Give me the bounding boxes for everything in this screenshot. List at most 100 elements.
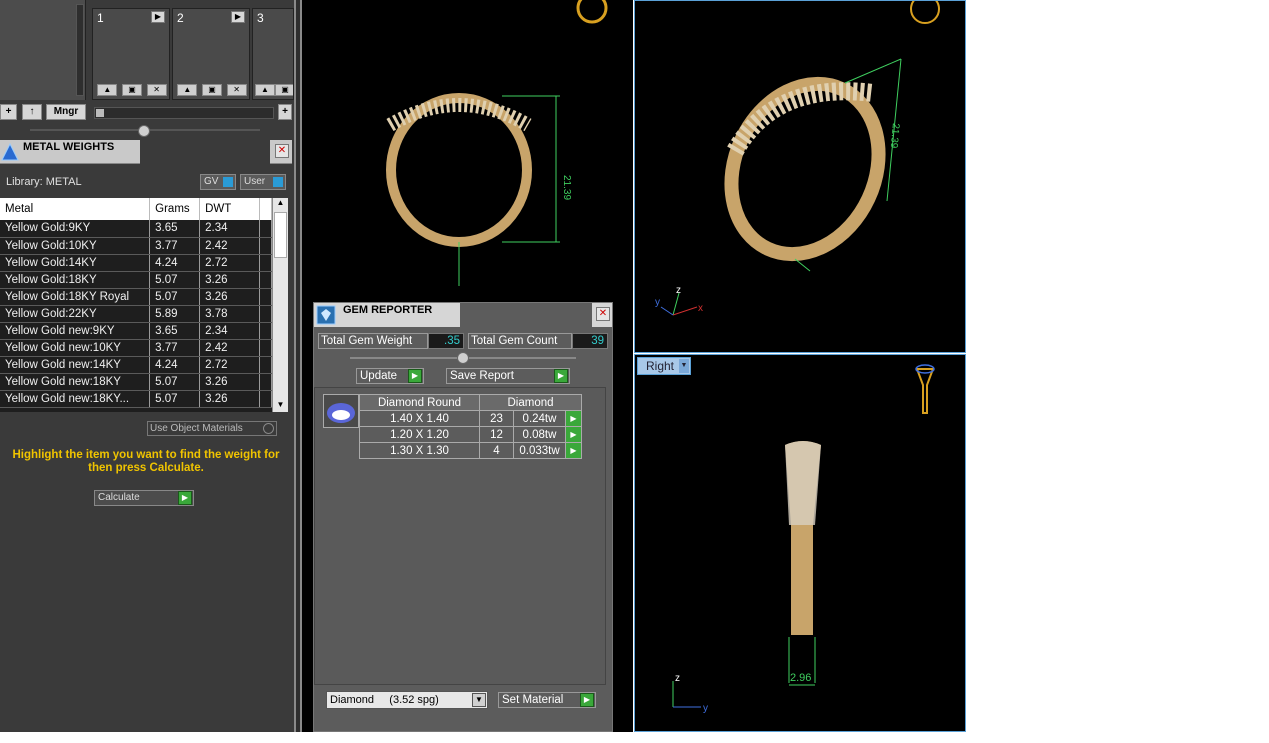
save-report-button[interactable]: Save Report ▶ [446,368,570,384]
gem-icon [316,305,336,325]
up-button[interactable]: ↑ [22,104,42,120]
collapse-handle[interactable] [457,352,469,364]
table-row[interactable]: Yellow Gold new:18KY 5.07 3.26 [0,373,272,391]
play-icon[interactable]: ▶ [565,426,582,443]
play-icon[interactable]: ▶ [151,11,165,23]
dimension-label: 2.96 [790,672,811,684]
table-row[interactable]: Yellow Gold:14KY 4.24 2.72 [0,254,272,272]
save-icon[interactable]: ▣ [275,84,293,96]
metal-table: Metal Grams DWT Yellow Gold:9KY 3.65 2.34 Y… [0,198,272,408]
table-cell-metal: Yellow Gold new:10KY [0,339,151,357]
scroll-thumb[interactable] [96,109,104,117]
library-scrollbar[interactable] [76,4,84,96]
slot-number: 1 [97,11,104,25]
gv-toggle[interactable]: GV [200,174,236,190]
table-cell-metal: Yellow Gold new:18KY [0,373,151,391]
gem-table: Diamond Round Diamond 1.40 X 1.40 23 0.24t… [359,394,582,459]
gem-row[interactable]: 1.40 X 1.40 23 0.24tw ▶ [359,410,582,427]
close-icon[interactable]: ✕ [226,84,247,96]
play-icon: ▶ [580,693,594,707]
add-slot-button[interactable]: + [278,104,292,120]
gem-row[interactable]: 1.30 X 1.30 4 0.033tw ▶ [359,442,582,459]
table-row[interactable]: Yellow Gold new:14KY 4.24 2.72 [0,356,272,374]
table-scrollbar[interactable]: ▲ ▼ [272,198,288,412]
column-header[interactable]: Metal [0,198,151,220]
column-header[interactable]: DWT [199,198,260,220]
axis-y-label: y [703,703,708,714]
table-row[interactable]: Yellow Gold:10KY 3.77 2.42 [0,237,272,255]
table-cell-metal: Yellow Gold:9KY [0,220,151,238]
table-row[interactable]: Yellow Gold new:10KY 3.77 2.42 [0,339,272,357]
update-button[interactable]: Update ▶ [356,368,424,384]
table-cell-spacer [259,373,272,391]
slot-3[interactable]: 3 ▲ ▣ [252,8,294,100]
close-icon[interactable]: ✕ [596,307,610,321]
gem-cell-count: 4 [479,442,514,459]
table-cell-grams: 5.89 [149,305,201,323]
slot-1[interactable]: 1 ▶ ▲ ▣ ✕ [92,8,170,100]
table-cell-dwt: 2.72 [199,356,260,374]
gem-list-area: Diamond Round Diamond 1.40 X 1.40 23 0.24t… [314,387,606,685]
manager-button[interactable]: Mngr [46,104,86,120]
calculate-button[interactable]: Calculate ▶ [94,490,194,506]
upload-icon[interactable]: ▲ [177,84,198,96]
play-icon[interactable]: ▶ [565,442,582,459]
table-cell-spacer [259,220,272,238]
axis-x-label: x [698,303,703,314]
table-cell-spacer [259,288,272,306]
slot-2[interactable]: 2 ▶ ▲ ▣ ✕ [172,8,250,100]
total-gem-count-label: Total Gem Count [468,333,572,349]
dimension-label: 21.39 [888,123,901,149]
table-cell-grams: 3.65 [149,220,201,238]
gem-cell-weight: 0.08tw [513,426,566,443]
close-icon[interactable]: ✕ [275,144,289,158]
set-material-label: Set Material [502,694,564,706]
play-icon[interactable]: ▶ [231,11,245,23]
set-material-button[interactable]: Set Material ▶ [498,692,596,708]
gem-cell-weight: 0.033tw [513,442,566,459]
table-cell-spacer [259,237,272,255]
column-header[interactable]: Grams [149,198,201,220]
total-gem-weight-value: .35 [428,333,464,349]
gem-cell-size: 1.40 X 1.40 [359,410,480,427]
calculate-label: Calculate [98,492,140,503]
table-row[interactable]: Yellow Gold:9KY 3.65 2.34 [0,220,272,238]
chevron-down-icon[interactable]: ▼ [472,693,486,707]
user-toggle[interactable]: User [240,174,286,190]
viewport-perspective[interactable]: 21.39 z x y [634,0,966,353]
play-icon: ▶ [178,491,192,505]
play-icon[interactable]: ▶ [565,410,582,427]
table-row[interactable]: Yellow Gold:18KY Royal 5.07 3.26 [0,288,272,306]
table-cell-metal: Yellow Gold:10KY [0,237,151,255]
axis-y-label: y [655,297,660,308]
metal-weights-header: METAL WEIGHTS ✕ [0,140,292,164]
save-icon[interactable]: ▣ [121,84,142,96]
left-panel: 1 ▶ ▲ ▣ ✕ 2 ▶ ▲ ▣ ✕ 3 ▲ ▣ + ↑ Mngr + METAL WE… [0,0,294,732]
collapse-handle[interactable] [138,125,150,137]
add-button[interactable]: + [0,104,17,120]
close-icon[interactable]: ✕ [146,84,167,96]
table-cell-spacer [259,271,272,289]
hint-text: Highlight the item you want to find the … [12,449,280,474]
table-cell-dwt: 2.42 [199,339,260,357]
slots-scrollbar[interactable] [94,107,274,119]
table-row[interactable]: Yellow Gold:18KY 5.07 3.26 [0,271,272,289]
upload-icon[interactable]: ▲ [97,84,118,96]
slot-number: 2 [177,11,184,25]
gem-row[interactable]: 1.20 X 1.20 12 0.08tw ▶ [359,426,582,443]
gem-cell-weight: 0.24tw [513,410,566,427]
use-object-materials-toggle[interactable]: Use Object Materials [147,421,277,436]
table-row[interactable]: Yellow Gold:22KY 5.89 3.78 [0,305,272,323]
table-row[interactable]: Yellow Gold new:18KY... 5.07 3.26 [0,390,272,408]
table-row[interactable]: Yellow Gold new:9KY 3.65 2.34 [0,322,272,340]
save-icon[interactable]: ▣ [201,84,222,96]
total-gem-weight-label: Total Gem Weight [318,333,428,349]
gem-shape-header: Diamond Round [359,394,480,411]
table-cell-metal: Yellow Gold:22KY [0,305,151,323]
table-cell-grams: 5.07 [149,373,201,391]
axis-z-label: z [675,673,680,684]
save-report-label: Save Report [450,370,514,382]
material-select[interactable]: Diamond (3.52 spg) ▼ [326,691,488,709]
upload-icon[interactable]: ▲ [255,84,275,96]
viewport-right[interactable]: Right ▼ 2.96 z y [634,354,966,732]
